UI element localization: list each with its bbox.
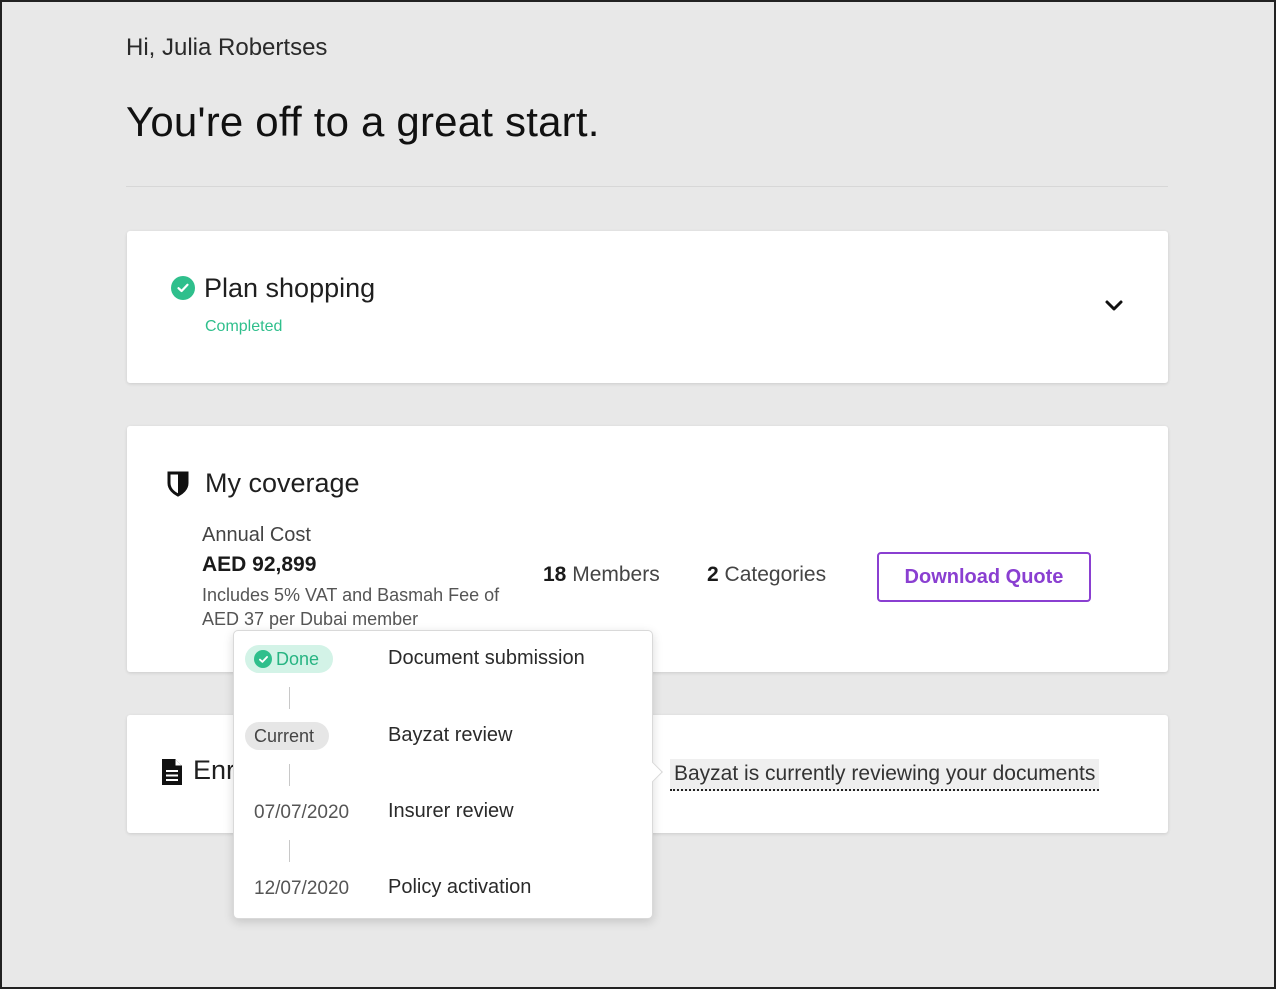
step-label: Policy activation	[388, 876, 532, 898]
document-icon	[162, 759, 182, 785]
plan-shopping-card[interactable]: Plan shopping Completed	[127, 231, 1168, 383]
step-date: 12/07/2020	[254, 878, 350, 899]
members-stat: 18 Members	[543, 563, 660, 587]
timeline-step: Current Bayzat review	[234, 721, 652, 753]
timeline-connector	[289, 764, 290, 786]
annual-cost-value: AED 92,899	[202, 553, 317, 576]
step-label: Insurer review	[388, 800, 514, 822]
step-label: Document submission	[388, 647, 585, 669]
check-circle-icon	[171, 276, 195, 300]
annual-cost-label: Annual Cost	[202, 524, 311, 546]
status-timeline-popover: Done Document submission Current Bayzat …	[233, 630, 663, 919]
cost-note: Includes 5% VAT and Basmah Fee of AED 37…	[202, 585, 500, 629]
members-label: Members	[572, 563, 660, 586]
done-badge: Done	[245, 645, 333, 673]
greeting: Hi, Julia Robertses	[126, 34, 328, 61]
shield-icon	[167, 471, 189, 497]
divider	[126, 186, 1168, 187]
review-status-trigger[interactable]: Bayzat is currently reviewing your docum…	[670, 759, 1100, 791]
done-badge-label: Done	[276, 648, 320, 669]
categories-stat: 2 Categories	[707, 563, 826, 587]
chevron-down-icon[interactable]	[1104, 299, 1124, 313]
step-label: Bayzat review	[388, 724, 513, 746]
categories-count: 2	[707, 563, 719, 586]
coverage-title: My coverage	[205, 468, 360, 498]
timeline-step: 12/07/2020 Policy activation	[234, 873, 652, 905]
plan-shopping-status: Completed	[205, 318, 283, 335]
check-circle-icon	[254, 650, 272, 668]
page-frame: Hi, Julia Robertses You're off to a grea…	[0, 0, 1276, 989]
timeline-connector	[289, 687, 290, 709]
timeline-step: Done Document submission	[234, 644, 652, 676]
current-badge: Current	[245, 722, 329, 750]
plan-shopping-title: Plan shopping	[204, 273, 376, 303]
members-count: 18	[543, 563, 567, 586]
step-date: 07/07/2020	[254, 802, 350, 823]
enrollment-title: Enr	[193, 755, 236, 785]
timeline-step: 07/07/2020 Insurer review	[234, 797, 652, 829]
download-quote-button[interactable]: Download Quote	[877, 552, 1091, 602]
page-headline: You're off to a great start.	[126, 98, 600, 145]
timeline-connector	[289, 840, 290, 862]
categories-label: Categories	[724, 563, 827, 586]
